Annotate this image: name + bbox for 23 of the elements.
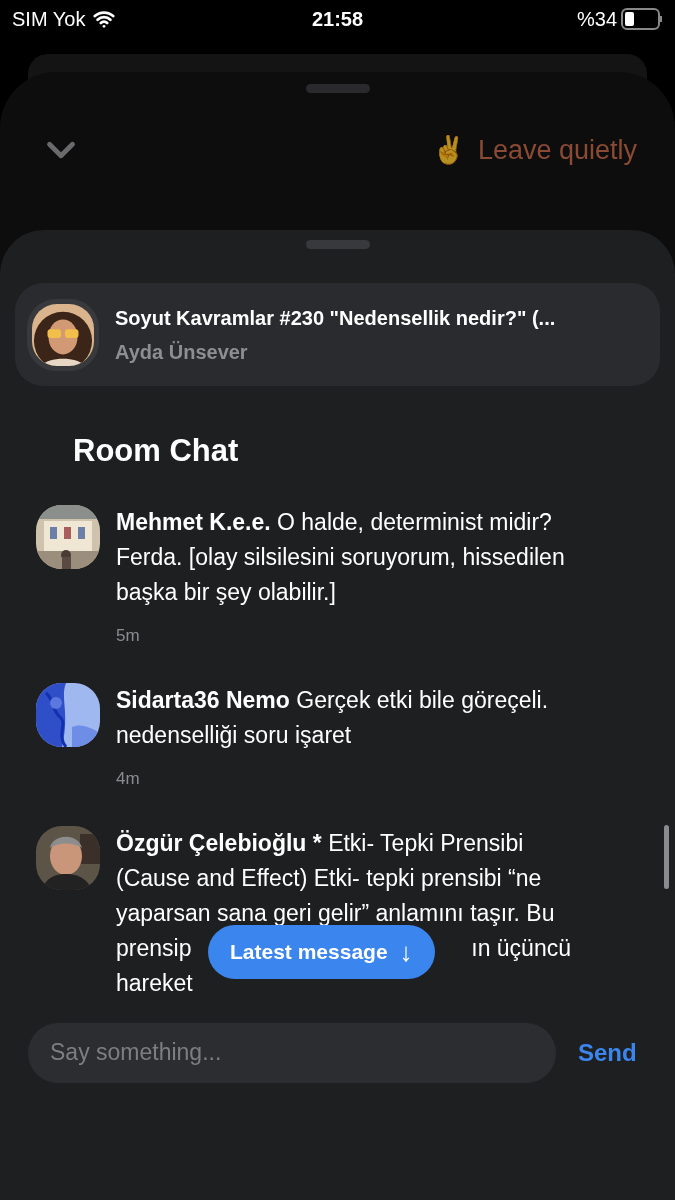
scrollbar [664,824,669,889]
clock: 21:58 [311,7,364,32]
room-title: Soyut Kavramlar #230 "Nedensellik nedir?" (... [115,305,556,331]
message-input[interactable]: Say something... [28,1022,556,1083]
message-time: 5m [116,624,141,647]
latest-message-button[interactable]: Latest message ↓ [208,925,435,979]
room-card[interactable]: Soyut Kavramlar #230 "Nedensellik nedir?" (... Ayda Ünsever [15,283,660,386]
message-text: ın üçüncü [471,933,571,963]
chat-title: Room Chat [73,432,240,470]
drag-handle[interactable] [305,240,370,249]
message-text: hareket [116,968,193,992]
message-text: Mehmet K.e.e. O halde, determinist midir? Ferda. [olay silsilesini soruyorum, hissedilen başka bir şey olabilir.] [116,507,566,607]
message-text: prensip [116,933,192,963]
wifi-icon [93,8,116,30]
drag-handle[interactable] [305,84,370,93]
send-button[interactable]: Send [578,1034,637,1071]
room-host: Ayda Ünsever [115,339,249,365]
battery-icon [621,8,663,30]
message-time: 4m [116,767,141,790]
carrier-label: SIM Yok [12,7,86,32]
battery-percent: %34 [576,7,617,32]
leave-button[interactable]: ✌ Leave quietly [431,129,637,171]
message-text: Sidarta36 Nemo Gerçek etki bile göreçeli. nedenselliği soru işaret [116,685,550,750]
